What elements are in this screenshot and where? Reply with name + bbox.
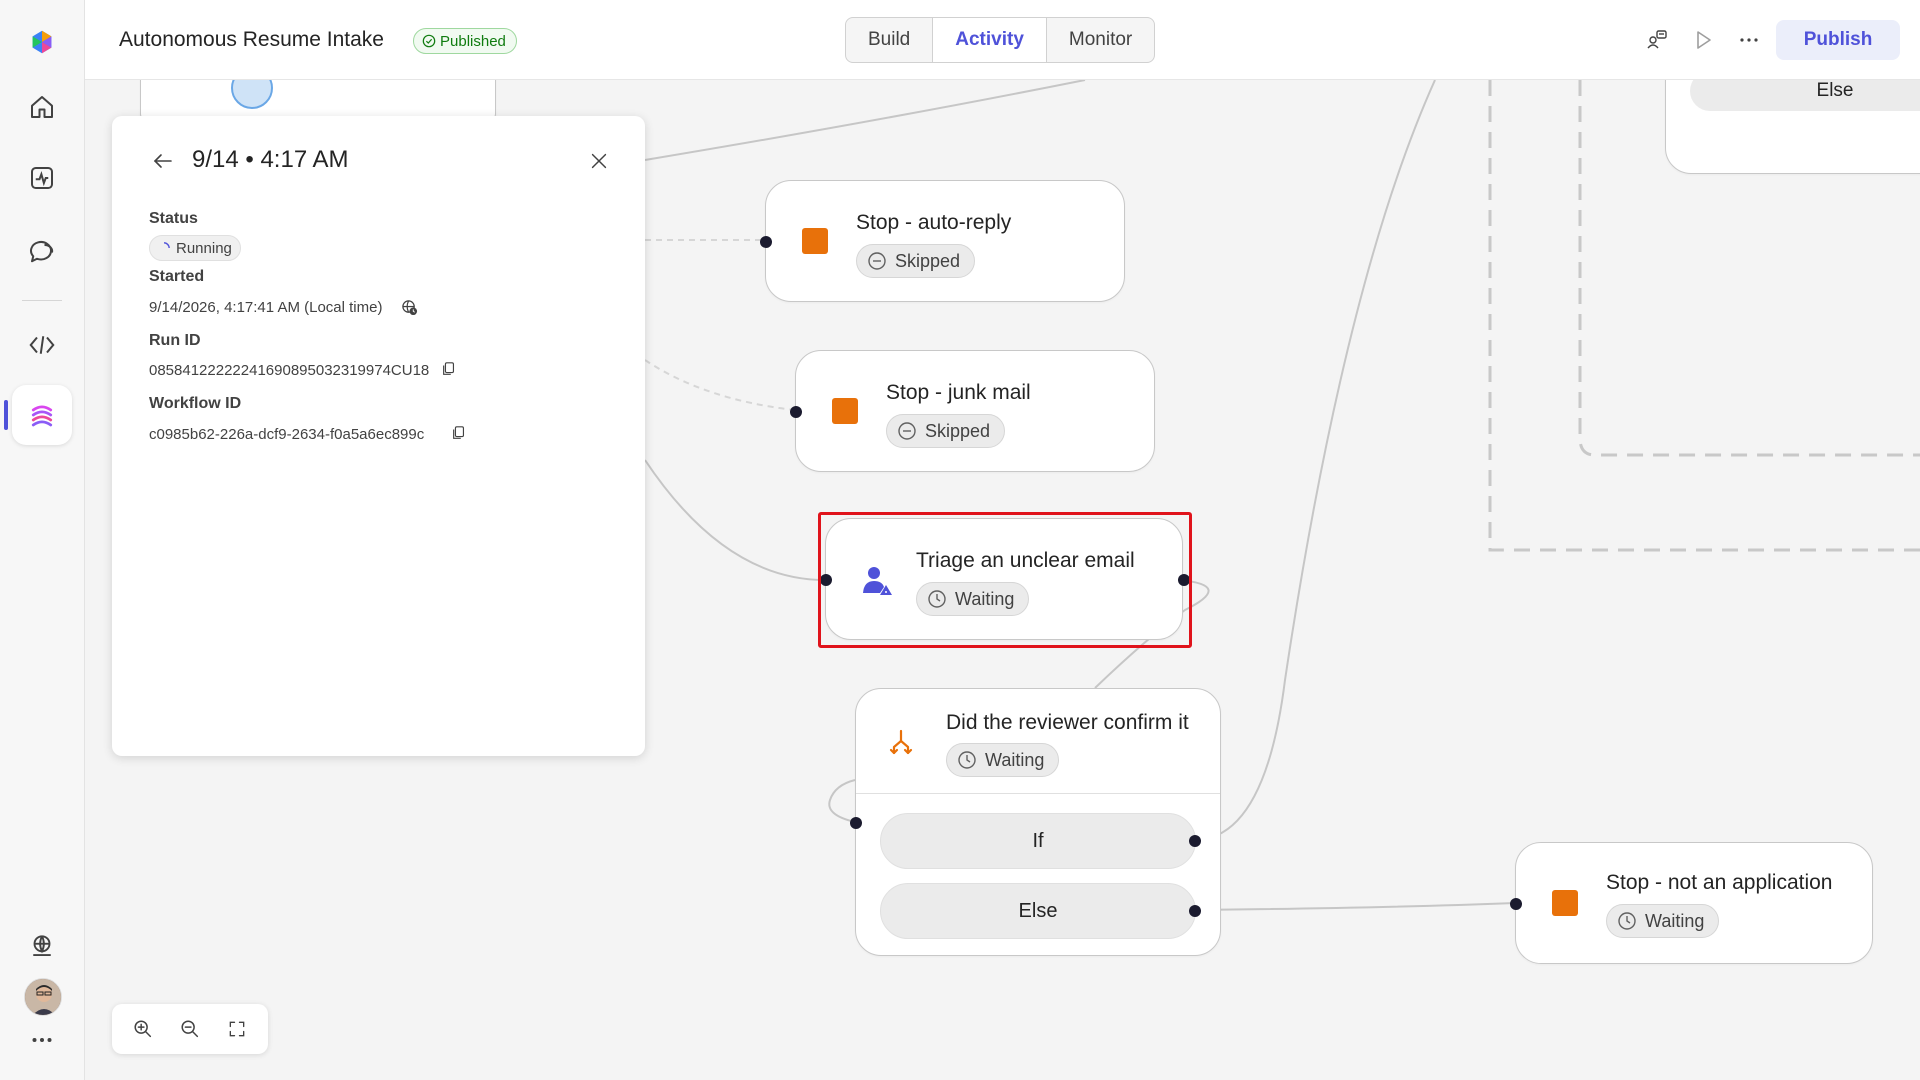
zoom-controls — [112, 1004, 268, 1054]
branch-icon — [886, 727, 916, 757]
partial-node-top-left[interactable] — [140, 80, 496, 120]
stop-icon — [802, 228, 828, 254]
status-badge: Published — [413, 28, 517, 54]
status-pill: Waiting — [946, 743, 1060, 777]
skipped-icon — [898, 422, 916, 440]
left-rail — [0, 0, 85, 1080]
status-label: Status — [149, 210, 198, 227]
more-options-icon[interactable] — [1735, 26, 1763, 54]
run-id-value: 08584122222241690895032319974CU18 — [149, 362, 430, 379]
back-arrow-icon[interactable] — [148, 146, 178, 176]
node-title: Stop - auto-reply — [856, 211, 1012, 234]
partial-node-top-right[interactable]: Else — [1665, 80, 1920, 174]
rail-separator — [22, 300, 62, 301]
skipped-icon — [868, 252, 886, 270]
workflow-icon[interactable] — [12, 385, 72, 445]
status-label: Skipped — [895, 250, 961, 271]
else-output-port[interactable] — [1189, 905, 1201, 917]
home-icon[interactable] — [12, 77, 72, 137]
more-icon[interactable] — [12, 1020, 72, 1060]
started-label: Started — [149, 268, 205, 285]
page-title: Autonomous Resume Intake — [119, 28, 384, 51]
clock-icon — [1618, 912, 1636, 930]
copy-icon[interactable] — [450, 424, 468, 442]
play-icon[interactable] — [1689, 26, 1717, 54]
input-port[interactable] — [850, 817, 862, 829]
test-agent-icon[interactable] — [1643, 26, 1671, 54]
copy-icon[interactable] — [440, 360, 458, 378]
status-pill: Skipped — [886, 414, 1006, 448]
input-port[interactable] — [760, 236, 772, 248]
status-label: Skipped — [925, 420, 991, 441]
tab-activity[interactable]: Activity — [933, 18, 1047, 62]
workflow-id-label: Workflow ID — [149, 395, 242, 412]
input-port[interactable] — [1510, 898, 1522, 910]
status-label: Waiting — [1645, 910, 1705, 931]
activity-icon[interactable] — [12, 148, 72, 208]
top-header: Autonomous Resume Intake Published Build… — [85, 0, 1920, 80]
run-id-label: Run ID — [149, 332, 201, 349]
spinner-icon — [163, 242, 170, 249]
tab-build[interactable]: Build — [846, 18, 934, 62]
if-output-port[interactable] — [1189, 835, 1201, 847]
input-port[interactable] — [790, 406, 802, 418]
close-icon[interactable] — [584, 146, 614, 176]
node-stop-auto-reply[interactable]: Stop - auto-reply Skipped — [760, 180, 1125, 302]
zoom-out-icon[interactable] — [175, 1014, 205, 1044]
node-divider — [856, 793, 1220, 794]
globe-icon[interactable] — [12, 915, 72, 975]
tab-monitor[interactable]: Monitor — [1047, 18, 1154, 62]
view-tabs: Build Activity Monitor — [845, 17, 1156, 63]
status-badge-label: Published — [440, 32, 506, 50]
branch-if[interactable]: If — [880, 813, 1196, 869]
avatar[interactable] — [24, 978, 62, 1016]
node-stop-not-an-application[interactable]: Stop - not an application Waiting — [1510, 842, 1873, 964]
check-circle-icon — [422, 34, 436, 48]
publish-button[interactable]: Publish — [1776, 20, 1900, 60]
workflow-id-value: c0985b62-226a-dcf9-2634-f0a5a6ec899c — [149, 426, 425, 443]
node-stop-junk-mail[interactable]: Stop - junk mail Skipped — [790, 350, 1155, 472]
rail-active-indicator — [4, 400, 8, 430]
status-pill: Waiting — [1606, 904, 1720, 938]
node-title: Stop - not an application — [1606, 871, 1833, 894]
started-value: 9/14/2026, 4:17:41 AM (Local time) — [149, 299, 383, 316]
clock-icon — [958, 751, 976, 769]
panel-title: 9/14 • 4:17 AM — [192, 146, 349, 173]
fit-to-screen-icon[interactable] — [222, 1014, 252, 1044]
node-condition-reviewer-confirm[interactable]: Did the reviewer confirm it Waiting If E… — [850, 688, 1221, 956]
stop-icon — [832, 398, 858, 424]
selection-highlight — [818, 512, 1192, 648]
chat-icon[interactable] — [12, 220, 72, 280]
running-badge: Running — [149, 235, 241, 261]
status-label: Waiting — [985, 749, 1045, 770]
running-label: Running — [176, 239, 232, 257]
copilot-logo-icon[interactable] — [12, 12, 72, 72]
stop-icon — [1552, 890, 1578, 916]
node-title: Stop - junk mail — [886, 381, 1031, 404]
run-details-panel: 9/14 • 4:17 AM Status Running Started 9/… — [112, 116, 645, 756]
node-title: Did the reviewer confirm it — [946, 711, 1189, 734]
code-icon[interactable] — [12, 315, 72, 375]
status-pill: Skipped — [856, 244, 976, 278]
partial-branch-else[interactable]: Else — [1690, 80, 1920, 111]
globe-clock-icon[interactable] — [400, 298, 418, 316]
node-icon — [231, 80, 273, 109]
zoom-in-icon[interactable] — [128, 1014, 158, 1044]
branch-else[interactable]: Else — [880, 883, 1196, 939]
